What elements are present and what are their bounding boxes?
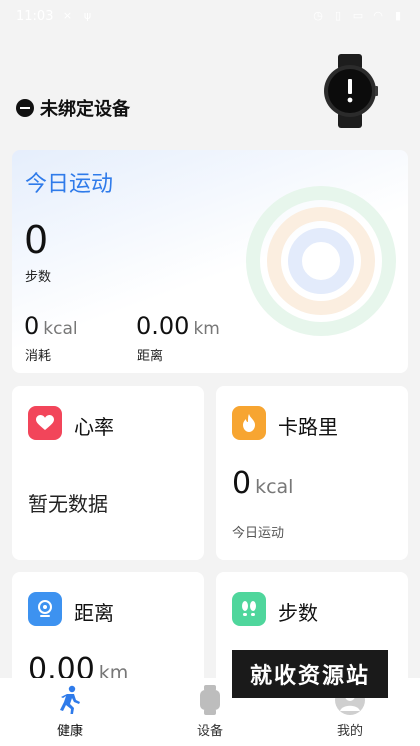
steps-value: 0 xyxy=(24,218,49,262)
distance-label: 距离 xyxy=(137,349,164,364)
usb-icon: ψ xyxy=(83,9,92,22)
steps-title: 步数 xyxy=(278,601,318,625)
device-status[interactable]: 未绑定设备 xyxy=(16,95,130,121)
watermark-banner: 就收资源站 xyxy=(232,650,388,698)
heart-rate-title: 心率 xyxy=(74,415,114,439)
device-label: 未绑定设备 xyxy=(40,99,130,120)
kcal-value-row: 0 kcal xyxy=(24,312,78,340)
distance-value-row: 0.00 km xyxy=(136,312,220,340)
location-icon xyxy=(28,592,62,626)
watch-image[interactable] xyxy=(322,54,378,128)
nav-label-device: 设备 xyxy=(196,724,223,739)
vibrate-icon: ▯ xyxy=(334,9,342,22)
alarm-icon: ◷ xyxy=(313,9,323,22)
today-activity-card[interactable]: 今日运动 0 步数 0 kcal 消耗 0.00 km 距离 xyxy=(12,150,408,373)
kcal-value: 0 xyxy=(24,312,40,340)
sim-icon: ▭ xyxy=(352,9,364,22)
status-bar: 11:03 × ψ ◷ ▯ ▭ ◠ ▮ xyxy=(0,0,420,32)
nav-item-health[interactable]: 健康 xyxy=(0,678,140,746)
flame-icon xyxy=(232,406,266,440)
run-icon xyxy=(53,684,87,716)
status-left: 11:03 × ψ xyxy=(16,9,93,24)
calories-unit: kcal xyxy=(255,476,294,498)
kcal-label: 消耗 xyxy=(25,349,52,364)
today-title: 今日运动 xyxy=(25,172,114,197)
kcal-unit: kcal xyxy=(43,319,78,339)
distance-value: 0.00 xyxy=(136,312,190,340)
calories-card[interactable]: 卡路里 0 kcal 今日运动 xyxy=(216,386,408,560)
calories-title: 卡路里 xyxy=(278,415,338,439)
unbound-minus-icon xyxy=(16,99,34,117)
status-time: 11:03 xyxy=(16,8,54,24)
battery-icon: ▮ xyxy=(394,9,402,22)
footprint-icon xyxy=(232,592,266,626)
status-right: ◷ ▯ ▭ ◠ ▮ xyxy=(312,10,404,22)
distance-unit: km xyxy=(193,319,220,339)
nav-label-health: 健康 xyxy=(56,724,83,739)
calories-subtitle: 今日运动 xyxy=(232,526,285,541)
nav-label-mine: 我的 xyxy=(336,724,363,739)
calories-value-row: 0 kcal xyxy=(232,466,293,501)
close-icon: × xyxy=(62,9,73,22)
activity-rings xyxy=(246,186,396,336)
watch-icon xyxy=(193,684,227,716)
heart-icon xyxy=(28,406,62,440)
heart-rate-no-data: 暂无数据 xyxy=(28,492,108,516)
heart-rate-card[interactable]: 心率 暂无数据 xyxy=(12,386,204,560)
distance-title: 距离 xyxy=(74,601,114,625)
calories-value: 0 xyxy=(232,466,252,501)
steps-label: 步数 xyxy=(25,270,52,285)
wifi-icon: ◠ xyxy=(373,9,383,22)
